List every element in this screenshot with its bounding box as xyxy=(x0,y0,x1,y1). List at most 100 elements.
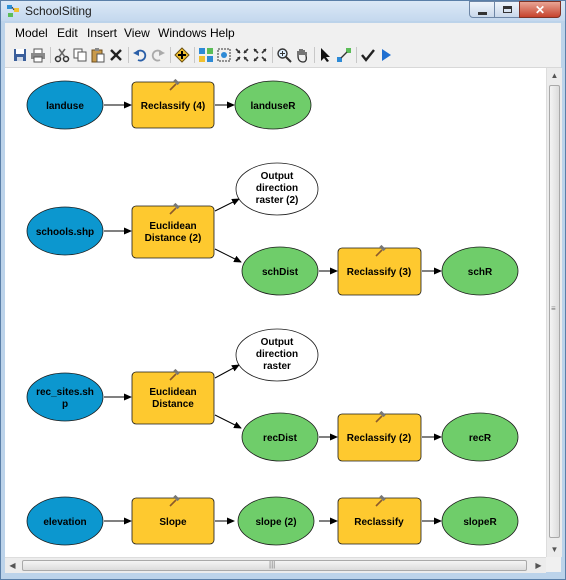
undo-button[interactable] xyxy=(132,47,148,63)
horizontal-scroll-thumb[interactable]: ||| xyxy=(22,560,527,571)
output-direction-raster-2[interactable]: Output direction raster (2) xyxy=(235,162,319,216)
tool-reclassify[interactable]: Reclassify xyxy=(337,494,422,545)
vertical-scroll-thumb[interactable]: ≡ xyxy=(549,85,560,538)
add-data-button[interactable] xyxy=(174,47,190,63)
input-elevation[interactable]: elevation xyxy=(26,496,104,546)
svg-text:slope (2): slope (2) xyxy=(255,517,296,528)
scroll-right-arrow-icon[interactable]: ▶ xyxy=(531,558,546,573)
validate-button[interactable] xyxy=(360,47,376,63)
svg-text:schR: schR xyxy=(468,267,493,278)
paste-icon xyxy=(91,48,105,63)
tool-reclassify-3[interactable]: Reclassify (3) xyxy=(337,244,422,296)
scroll-left-arrow-icon[interactable]: ◀ xyxy=(5,558,20,573)
svg-text:Distance (2): Distance (2) xyxy=(145,233,202,244)
fixed-zoom-out-icon xyxy=(253,48,267,62)
close-button[interactable]: ✕ xyxy=(519,1,561,18)
zoom-in-icon xyxy=(277,48,292,63)
menu-model[interactable]: Model xyxy=(15,26,48,40)
scissors-icon xyxy=(54,48,70,63)
maximize-button[interactable] xyxy=(494,1,520,18)
horizontal-scrollbar[interactable]: ◀ ||| ▶ xyxy=(5,557,546,573)
svg-text:Output: Output xyxy=(261,171,294,182)
resize-grip-icon[interactable] xyxy=(546,557,561,572)
svg-text:rec_sites.sh: rec_sites.sh xyxy=(36,387,94,398)
cut-button[interactable] xyxy=(54,47,70,63)
tool-reclassify-4[interactable]: Reclassify (4) xyxy=(131,78,215,129)
add-data-icon xyxy=(174,47,190,63)
menu-bar: Model Edit Insert View Windows Help xyxy=(5,23,561,43)
svg-text:schDist: schDist xyxy=(262,267,299,278)
derived-schDist[interactable]: schDist xyxy=(241,246,319,296)
connect-button[interactable] xyxy=(336,47,352,63)
print-icon xyxy=(31,48,45,63)
svg-text:Euclidean: Euclidean xyxy=(149,221,196,232)
svg-text:elevation: elevation xyxy=(43,517,86,528)
svg-text:Slope: Slope xyxy=(159,517,187,528)
paste-button[interactable] xyxy=(90,47,106,63)
tool-euclidean-distance[interactable]: Euclidean Distance xyxy=(131,368,215,425)
delete-icon xyxy=(110,49,122,61)
scroll-up-arrow-icon[interactable]: ▲ xyxy=(547,68,562,83)
svg-text:Distance: Distance xyxy=(152,399,194,410)
redo-button[interactable] xyxy=(150,47,166,63)
input-schools-shp[interactable]: schools.shp xyxy=(26,206,104,256)
model-canvas[interactable]: landuse Reclassify (4) landuseR schools.… xyxy=(5,68,546,557)
full-extent-icon xyxy=(217,48,231,62)
pan-button[interactable] xyxy=(294,47,310,63)
print-button[interactable] xyxy=(30,47,46,63)
derived-slope-2[interactable]: slope (2) xyxy=(237,496,315,546)
scroll-down-arrow-icon[interactable]: ▼ xyxy=(547,542,562,557)
title-bar: SchoolSiting ✕ xyxy=(1,1,565,21)
connector xyxy=(214,414,242,429)
connector xyxy=(214,364,240,379)
copy-icon xyxy=(73,48,87,62)
model-diagram: landuse Reclassify (4) landuseR schools.… xyxy=(26,78,519,546)
output-slopeR[interactable]: slopeR xyxy=(441,496,519,546)
svg-text:Reclassify (4): Reclassify (4) xyxy=(141,101,205,112)
input-rec-sites-shp[interactable]: rec_sites.sh p xyxy=(26,372,104,422)
menu-insert[interactable]: Insert xyxy=(87,26,117,40)
vertical-scrollbar[interactable]: ▲ ≡ ▼ xyxy=(546,68,562,557)
close-icon: ✕ xyxy=(534,3,546,17)
tool-euclidean-distance-2[interactable]: Euclidean Distance (2) xyxy=(131,202,215,259)
model-icon xyxy=(7,5,19,17)
svg-text:Reclassify (3): Reclassify (3) xyxy=(347,267,411,278)
tool-slope[interactable]: Slope xyxy=(131,494,215,545)
svg-text:Reclassify (2): Reclassify (2) xyxy=(347,433,411,444)
save-button[interactable] xyxy=(12,47,28,63)
run-button[interactable] xyxy=(378,47,394,63)
svg-text:raster: raster xyxy=(263,361,291,372)
svg-text:schools.shp: schools.shp xyxy=(36,227,94,238)
derived-recDist[interactable]: recDist xyxy=(241,412,319,462)
maximize-icon xyxy=(503,6,512,13)
copy-button[interactable] xyxy=(72,47,88,63)
output-recR[interactable]: recR xyxy=(441,412,519,462)
menu-windows[interactable]: Windows xyxy=(158,26,207,40)
svg-text:recR: recR xyxy=(469,433,492,444)
input-landuse[interactable]: landuse xyxy=(26,80,104,130)
svg-text:slopeR: slopeR xyxy=(463,517,497,528)
svg-text:recDist: recDist xyxy=(263,433,298,444)
menu-view[interactable]: View xyxy=(124,26,150,40)
undo-icon xyxy=(133,49,147,62)
output-schR[interactable]: schR xyxy=(441,246,519,296)
model-builder-window: SchoolSiting ✕ Model Edit Insert View Wi… xyxy=(0,0,566,580)
output-landuseR[interactable]: landuseR xyxy=(234,80,312,130)
pointer-icon xyxy=(321,48,330,62)
output-direction-raster[interactable]: Output direction raster xyxy=(235,328,319,382)
full-extent-button[interactable] xyxy=(216,47,232,63)
fixed-zoom-out-button[interactable] xyxy=(252,47,268,63)
zoom-in-button[interactable] xyxy=(276,47,292,63)
menu-help[interactable]: Help xyxy=(210,26,235,40)
minimize-icon xyxy=(478,12,487,15)
tool-reclassify-2[interactable]: Reclassify (2) xyxy=(337,410,422,462)
delete-button[interactable] xyxy=(108,47,124,63)
svg-text:raster (2): raster (2) xyxy=(256,195,299,206)
fixed-zoom-in-button[interactable] xyxy=(234,47,250,63)
auto-layout-button[interactable] xyxy=(198,47,214,63)
select-button[interactable] xyxy=(318,47,334,63)
menu-edit[interactable]: Edit xyxy=(57,26,78,40)
connector xyxy=(214,198,240,212)
save-icon xyxy=(14,49,26,61)
minimize-button[interactable] xyxy=(469,1,495,18)
